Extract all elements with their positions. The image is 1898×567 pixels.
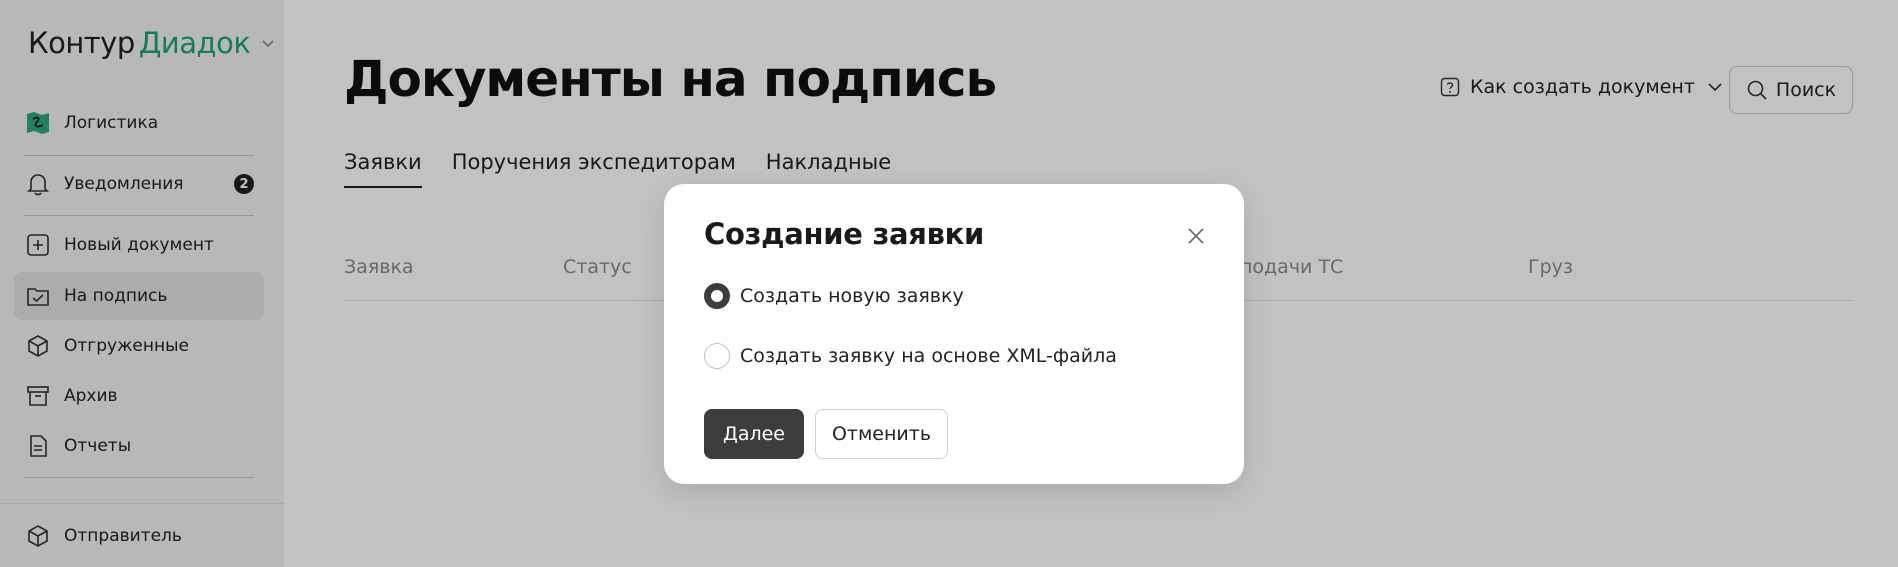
close-icon[interactable] [1184,224,1208,248]
option-new-request[interactable]: Создать новую заявку [704,283,964,309]
create-request-dialog: Создание заявки Создать новую заявку Соз… [664,184,1244,484]
next-button[interactable]: Далее [704,409,804,459]
dialog-title: Создание заявки [704,217,985,251]
option-label: Создать заявку на основе XML-файла [740,345,1117,367]
option-label: Создать новую заявку [740,285,964,307]
radio-button-checked[interactable] [704,283,730,309]
radio-button-unchecked[interactable] [704,343,730,369]
option-xml-request[interactable]: Создать заявку на основе XML-файла [704,343,1117,369]
cancel-button[interactable]: Отменить [815,409,948,459]
